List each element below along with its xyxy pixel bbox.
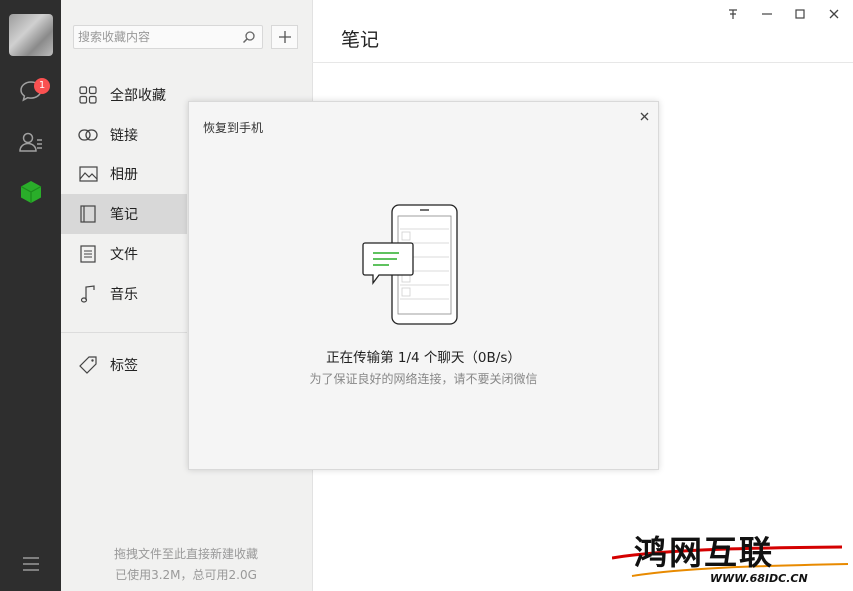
sidebar-item-notes[interactable]: 笔记 (61, 194, 187, 234)
sidebar-item-all[interactable]: 全部收藏 (61, 75, 187, 115)
music-icon (78, 284, 98, 304)
pin-button[interactable] (722, 4, 744, 24)
watermark-logo: 鸿网互联 WWW.68IDC.CN (612, 533, 849, 585)
search-icon[interactable] (242, 30, 256, 48)
sidebar-item-links[interactable]: 链接 (61, 115, 187, 155)
menu-icon[interactable] (17, 550, 45, 578)
page-title: 笔记 (341, 29, 380, 51)
note-icon (78, 204, 98, 224)
svg-text:WWW.68IDC.CN: WWW.68IDC.CN (710, 572, 808, 585)
sidebar-divider (61, 332, 187, 333)
close-icon (640, 112, 648, 120)
sidebar-item-label: 文件 (110, 247, 138, 263)
minimize-icon (762, 13, 772, 15)
sidebar-item-label: 全部收藏 (110, 88, 166, 104)
plus-icon (278, 31, 291, 43)
network-hint: 为了保证良好的网络连接，请不要关闭微信 (309, 372, 538, 386)
svg-text:鸿网互联: 鸿网互联 (634, 533, 774, 572)
sidebar-item-album[interactable]: 相册 (61, 154, 187, 194)
grid-icon (78, 85, 98, 105)
contacts-icon[interactable] (17, 128, 45, 156)
restore-to-phone-dialog: 恢复到手机 正在传输第 1/4 个聊天（0B/s） 为了保证良好的网络连接，请不… (188, 101, 659, 470)
close-icon (829, 9, 839, 19)
tag-icon (78, 355, 98, 375)
file-icon (78, 244, 98, 264)
storage-usage: 已使用3.2M，总可用2.0G (115, 568, 257, 582)
search-box[interactable] (73, 25, 263, 49)
search-input[interactable] (74, 26, 238, 48)
sidebar-item-label: 音乐 (110, 287, 138, 303)
dialog-close-button[interactable] (636, 108, 652, 124)
drag-drop-hint: 拖拽文件至此直接新建收藏 (113, 547, 258, 561)
maximize-button[interactable] (789, 4, 811, 24)
sidebar-item-files[interactable]: 文件 (61, 234, 187, 274)
sidebar-item-label: 笔记 (110, 207, 138, 223)
unread-badge: 1 (34, 78, 50, 94)
sidebar-item-music[interactable]: 音乐 (61, 274, 187, 314)
dialog-title: 恢复到手机 (203, 121, 264, 135)
close-button[interactable] (823, 4, 845, 24)
add-favorite-button[interactable] (271, 25, 298, 49)
link-icon (78, 125, 98, 145)
sidebar-item-label: 标签 (110, 358, 138, 374)
maximize-icon (795, 9, 805, 19)
pin-icon (729, 9, 737, 19)
transfer-status: 正在传输第 1/4 个聊天（0B/s） (326, 350, 521, 366)
avatar[interactable] (9, 14, 53, 56)
title-divider (312, 62, 853, 63)
sidebar-item-label: 链接 (110, 128, 138, 144)
image-icon (78, 164, 98, 184)
phone-transfer-illustration (362, 204, 458, 325)
minimize-button[interactable] (756, 4, 778, 24)
sidebar-item-tags[interactable]: 标签 (61, 345, 187, 385)
favorites-cube-icon[interactable] (17, 178, 45, 206)
sidebar-item-label: 相册 (110, 167, 138, 183)
